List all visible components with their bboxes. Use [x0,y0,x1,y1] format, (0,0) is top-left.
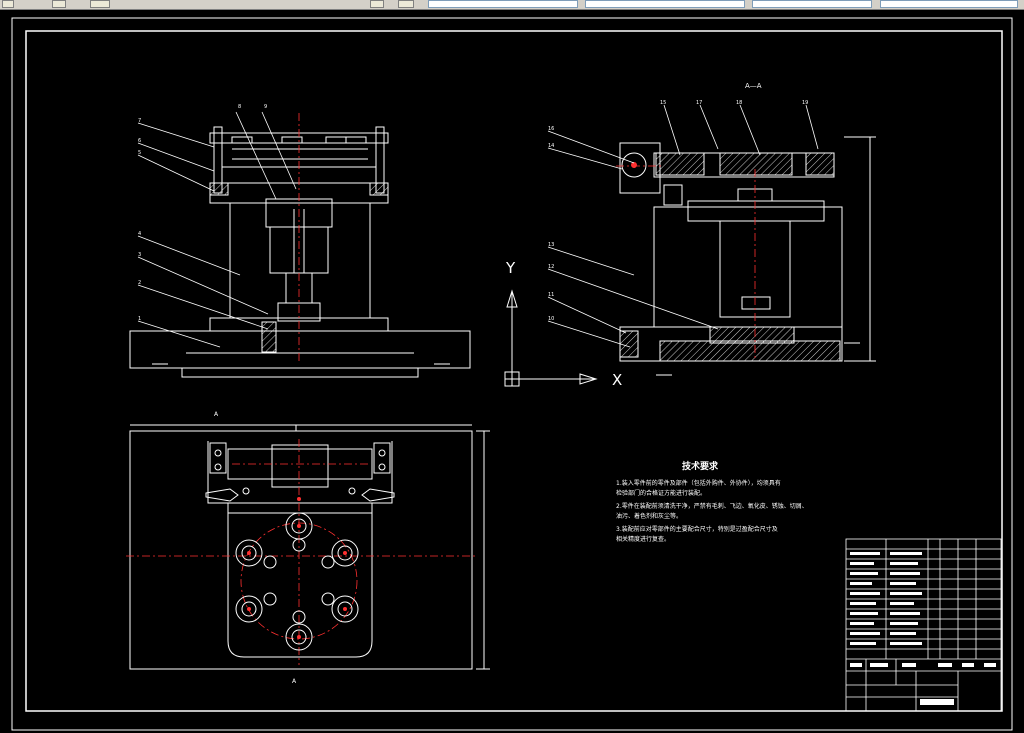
color-combo[interactable] [585,0,745,8]
callout-10: 10 [548,316,555,322]
notes-line-6: 相关精度进行复查。 [616,536,671,543]
front-view-leaders [137,111,297,348]
callout-12: 12 [548,264,555,270]
notes-line-4: 油污、着色剂和灰尘等。 [616,513,683,520]
callout-11: 11 [548,292,555,298]
callout-2: 2 [138,280,142,286]
axis-x-label: X [612,371,622,389]
top-view-centerlines [126,439,476,665]
callout-15: 15 [660,100,667,106]
linetype-combo[interactable] [752,0,872,8]
section-view-leaders [547,104,819,348]
callout-8: 8 [238,104,242,110]
properties-icon[interactable] [398,0,414,8]
callout-13: 13 [548,242,555,248]
cad-drawing-canvas[interactable]: A—A X Y A A [0,9,1024,733]
notes-line-2: 检验部门的合格证方能进行装配。 [616,490,707,497]
top-view-bolts [235,512,359,651]
top-view [129,424,490,670]
callout-7: 7 [138,118,142,124]
color-icon[interactable] [90,0,110,8]
axis-y-label: Y [505,259,516,277]
view-marker-bottom: A [292,678,297,685]
callout-19: 19 [802,100,809,106]
title-block-text-bars [850,552,996,705]
view-marker-top: A [214,411,219,418]
callout-4: 4 [138,231,142,237]
notes-line-5: 3.装配前应对零部件的主要配合尺寸，特别是过盈配合尺寸及 [616,526,778,533]
notes-line-1: 1.装入零件前的零件及部件（包括外购件、外协件），均须具有 [616,480,781,487]
lineweight-combo[interactable] [880,0,1018,8]
callout-14: 14 [548,143,555,149]
callout-1: 1 [138,316,142,322]
front-view [129,126,471,378]
top-view-bolt-centers [247,497,347,639]
notes-title: 技术要求 [682,462,719,472]
callout-18: 18 [736,100,743,106]
section-view [619,136,876,376]
section-label: A—A [745,82,762,90]
file-icon[interactable] [2,0,14,8]
callout-6: 6 [138,138,142,144]
callout-3: 3 [138,252,142,258]
notes-line-3: 2.零件在装配前须清洗干净，严禁有毛刺、飞边、氧化皮、锈蚀、切屑、 [616,503,808,510]
layer-combo[interactable] [428,0,578,8]
callout-16: 16 [548,126,555,132]
zoom-icon[interactable] [370,0,384,8]
callout-5: 5 [138,150,142,156]
layer-icon[interactable] [52,0,66,8]
ucs-axis-icon [504,289,598,387]
callout-9: 9 [264,104,268,110]
callout-17: 17 [696,100,703,106]
